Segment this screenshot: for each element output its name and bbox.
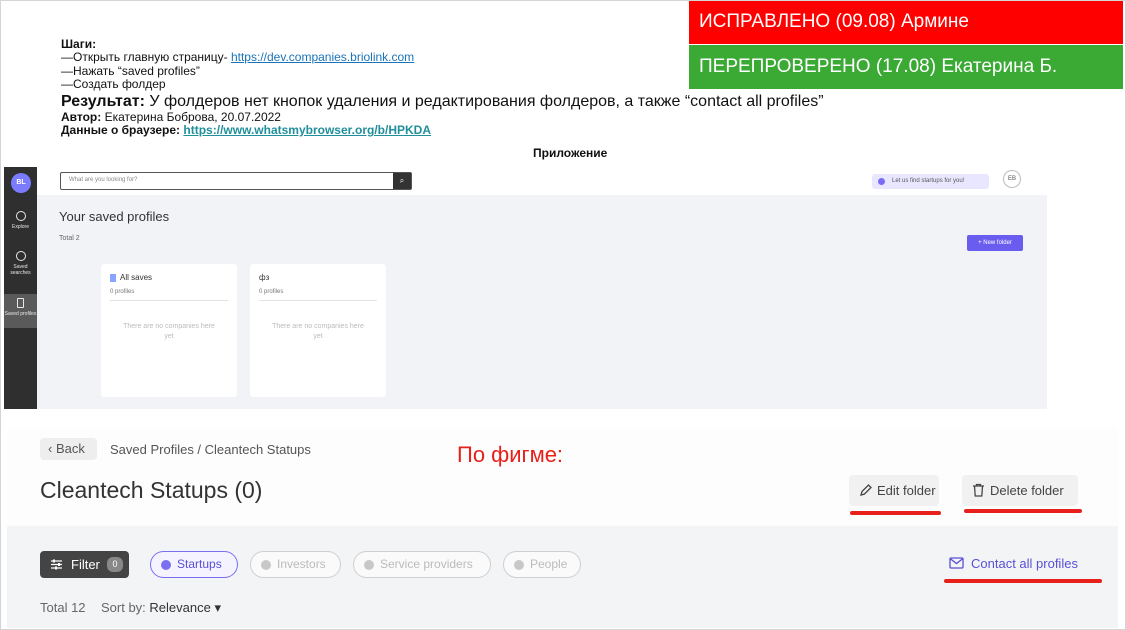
folder-card-title: All saves	[110, 273, 152, 282]
trash-icon	[973, 483, 984, 497]
tab-label: People	[530, 557, 568, 571]
mail-icon	[949, 557, 964, 569]
rocket-icon	[161, 560, 171, 570]
compass-icon	[15, 211, 26, 221]
chevron-left-icon: ‹	[48, 441, 56, 456]
tab-label: Service providers	[380, 557, 473, 571]
delete-folder-label: Delete folder	[990, 483, 1064, 498]
delete-folder-button[interactable]: Delete folder	[962, 475, 1078, 506]
tab-label: Investors	[277, 557, 326, 571]
contact-all-label: Contact all profiles	[971, 556, 1078, 571]
sort-control[interactable]: Sort by: Relevance ▾	[101, 600, 221, 616]
figma-reference: ‹ Back Saved Profiles / Cleantech Statup…	[7, 428, 1118, 628]
bookmark-icon	[17, 298, 24, 308]
sort-label: Sort by:	[101, 600, 146, 615]
tab-people[interactable]: People	[503, 551, 581, 578]
folder-card-title: фз	[259, 273, 270, 282]
contact-all-profiles-button[interactable]: Contact all profiles	[949, 556, 1078, 571]
new-folder-button[interactable]: + New folder	[967, 235, 1023, 251]
sliders-icon	[51, 559, 62, 570]
sidebar-item-label: Saved profiles	[4, 311, 37, 317]
avatar[interactable]: EB	[1003, 170, 1021, 188]
people-icon	[514, 560, 524, 570]
author-label: Автор:	[61, 109, 102, 124]
folder-card-empty: There are no companies here yet	[272, 323, 364, 340]
breadcrumb: Saved Profiles / Cleantech Statups	[110, 442, 311, 457]
step-1-text: —Открыть главную страницу-	[61, 50, 231, 65]
sidebar-item-saved-searches[interactable]: Saved searches	[4, 251, 37, 276]
app-screenshot: BL Explore Saved searches Saved profiles…	[4, 167, 1047, 409]
step-3: —Создать фолдер	[61, 77, 166, 92]
sidebar-item-label: Saved searches	[10, 264, 31, 276]
browser-line: Данные о браузере: https://www.whatsmybr…	[61, 123, 824, 138]
search-placeholder: What are you looking for?	[69, 177, 138, 183]
history-icon	[15, 251, 26, 261]
author-value: Екатерина Боброва, 20.07.2022	[101, 109, 281, 124]
filter-button[interactable]: Filter 0	[40, 551, 129, 578]
tab-investors[interactable]: Investors	[250, 551, 341, 578]
app-page-title: Your saved profiles	[59, 209, 170, 224]
app-sidebar: BL Explore Saved searches Saved profiles	[4, 167, 37, 409]
tab-startups[interactable]: Startups	[150, 551, 238, 578]
steps-heading: Шаги:	[61, 37, 97, 51]
edit-folder-label: Edit folder	[877, 483, 936, 498]
back-button[interactable]: ‹ Back	[40, 438, 97, 460]
attachment-label: Приложение	[533, 146, 608, 160]
step-1: —Открыть главную страницу- https://dev.c…	[61, 51, 824, 64]
search-icon[interactable]: ⌕	[393, 173, 411, 189]
browser-label: Данные о браузере:	[61, 123, 181, 138]
sidebar-item-label: Explore	[12, 224, 29, 230]
annotation-underline-contact	[944, 579, 1102, 583]
cube-icon	[364, 560, 374, 570]
filter-count-badge: 0	[107, 557, 123, 572]
tab-service-providers[interactable]: Service providers	[353, 551, 491, 578]
back-label: Back	[55, 441, 85, 456]
page-title: Cleantech Statups (0)	[40, 477, 263, 503]
find-startups-label: Let us find startups for you!	[892, 178, 965, 184]
main-page-link[interactable]: https://dev.companies.briolink.com	[231, 50, 414, 64]
app-search-input[interactable]: What are you looking for? ⌕	[60, 172, 412, 190]
folder-card-count: 0 profiles	[110, 289, 135, 295]
divider	[110, 300, 228, 301]
figma-annotation: По фигме:	[457, 442, 564, 467]
annotation-underline-delete	[964, 509, 1082, 513]
total-count: Total 12	[40, 600, 86, 615]
author-line: Автор: Екатерина Боброва, 20.07.2022	[61, 109, 824, 124]
result-text: У фолдеров нет кнопок удаления и редакти…	[144, 92, 824, 110]
app-total-count: Total 2	[59, 235, 80, 242]
sidebar-item-explore[interactable]: Explore	[4, 211, 37, 230]
folder-card-all-saves[interactable]: All saves 0 profiles There are no compan…	[101, 264, 237, 397]
sidebar-item-saved-profiles[interactable]: Saved profiles	[4, 294, 37, 328]
app-header: What are you looking for? ⌕ Let us find …	[37, 167, 1047, 195]
edit-folder-button[interactable]: Edit folder	[849, 475, 939, 506]
sparkle-icon	[878, 178, 885, 185]
sort-value: Relevance ▾	[149, 600, 221, 615]
coin-icon	[261, 560, 271, 570]
folder-card-fz[interactable]: фз 0 profiles There are no companies her…	[250, 264, 386, 397]
step-2: —Нажать “saved profiles”	[61, 63, 200, 78]
folder-card-count: 0 profiles	[259, 289, 284, 295]
tab-label: Startups	[177, 557, 222, 571]
folder-card-name: All saves	[120, 273, 153, 282]
annotation-underline-edit	[850, 511, 941, 515]
browser-link[interactable]: https://www.whatsmybrowser.org/b/HPKDA	[183, 123, 431, 137]
app-logo: BL	[11, 173, 31, 193]
folder-card-empty: There are no companies here yet	[123, 323, 215, 340]
filter-label: Filter	[71, 557, 100, 572]
bookmark-icon	[110, 273, 116, 282]
bug-report: Шаги: —Открыть главную страницу- https:/…	[61, 37, 824, 138]
find-startups-button[interactable]: Let us find startups for you!	[872, 174, 989, 189]
divider	[259, 300, 377, 301]
page: ИСПРАВЛЕНО (09.08) Армине ПЕРЕПРОВЕРЕНО …	[0, 0, 1126, 630]
result-label: Результат:	[61, 92, 145, 110]
result-line: Результат: У фолдеров нет кнопок удалени…	[61, 92, 824, 111]
pencil-icon	[860, 484, 872, 496]
